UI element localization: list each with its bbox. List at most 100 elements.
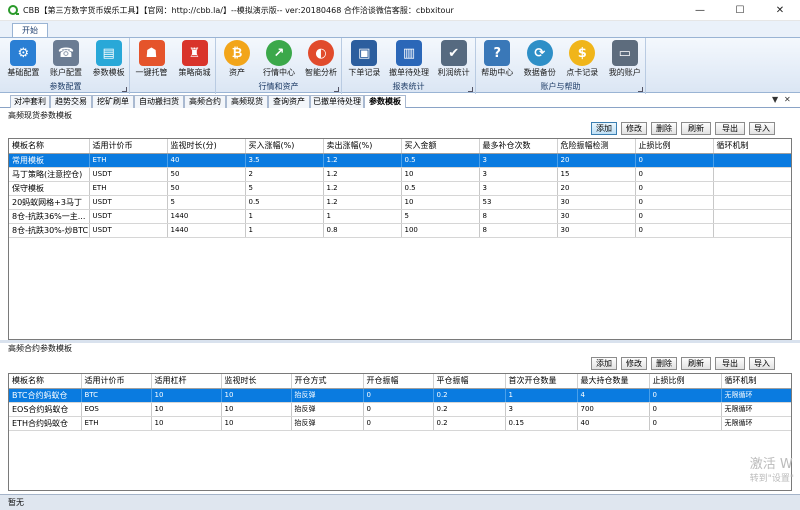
spot-table-cell[interactable]: 1: [245, 223, 324, 238]
spot-column-header[interactable]: 卖出涨幅(%): [323, 139, 402, 154]
spot-table-cell[interactable]: 0.5: [401, 181, 480, 196]
contract-table-cell[interactable]: 10: [151, 402, 222, 417]
contract-table-cell[interactable]: 0.15: [505, 416, 578, 431]
contract-table-cell[interactable]: 抬反弹: [291, 388, 364, 403]
spot-table-row[interactable]: 8仓-抗跌36%一主... USDT 1440 1 1 5 8 30 0: [9, 209, 791, 224]
spot-table-cell[interactable]: USDT: [89, 195, 168, 210]
spot-table-cell[interactable]: 8仓-抗跌36%一主...: [9, 209, 90, 224]
spot-table-cell[interactable]: 30: [557, 195, 636, 210]
spot-column-header[interactable]: 危险振幅检测: [557, 139, 636, 154]
spot-table-cell[interactable]: 20: [557, 181, 636, 196]
doc-tab-0[interactable]: 对冲套利: [10, 95, 50, 108]
doc-tab-2[interactable]: 挖矿刷单: [92, 95, 134, 108]
close-tab-icon[interactable]: ✕: [784, 95, 791, 104]
contract-table-cell[interactable]: ETH合约蚂蚁仓: [9, 416, 82, 431]
spot-table-cell[interactable]: 30: [557, 223, 636, 238]
spot-delete-button[interactable]: 删除: [651, 122, 677, 135]
contract-table-cell[interactable]: 0.2: [433, 388, 506, 403]
spot-table-cell[interactable]: 0: [635, 209, 714, 224]
spot-table-cell[interactable]: 30: [557, 209, 636, 224]
contract-table-cell[interactable]: 0: [649, 402, 722, 417]
contract-table-cell[interactable]: 0: [363, 388, 434, 403]
contract-table-cell[interactable]: 0.2: [433, 402, 506, 417]
spot-table-cell[interactable]: 0.5: [245, 195, 324, 210]
ribbon-button-4-3[interactable]: ▭ 我的账户: [605, 40, 645, 78]
contract-table-cell[interactable]: 1: [505, 388, 578, 403]
ribbon-button-3-2[interactable]: ✔ 利润统计: [434, 40, 474, 78]
spot-table-cell[interactable]: 8仓-抗跌30%-炒BTC: [9, 223, 90, 238]
spot-column-header[interactable]: 循环机制: [713, 139, 791, 154]
contract-table-row[interactable]: ETH合约蚂蚁仓 ETH 10 10 抬反弹 0 0.2 0.15 40 0 无限循环: [9, 416, 791, 431]
spot-table-cell[interactable]: 50: [167, 167, 246, 182]
contract-table-cell[interactable]: ETH: [81, 416, 152, 431]
spot-table-cell[interactable]: 10: [401, 167, 480, 182]
ribbon-button-2-1[interactable]: ↗ 行情中心: [259, 40, 299, 78]
contract-delete-button[interactable]: 删除: [651, 357, 677, 370]
ribbon-button-0-1[interactable]: ☎ 账户配置: [46, 40, 86, 78]
spot-column-header[interactable]: 买入涨幅(%): [245, 139, 324, 154]
contract-table-cell[interactable]: BTC: [81, 388, 152, 403]
spot-table-cell[interactable]: 20蚂蚁网格+3马丁: [9, 195, 90, 210]
contract-column-header[interactable]: 适用计价币: [81, 374, 152, 389]
spot-table-cell[interactable]: 1: [323, 209, 402, 224]
contract-table-cell[interactable]: EOS: [81, 402, 152, 417]
spot-table-cell[interactable]: 马丁策略(注意控仓): [9, 167, 90, 182]
spot-table-cell[interactable]: 40: [167, 153, 246, 168]
spot-table-cell[interactable]: 3: [479, 181, 558, 196]
spot-column-header[interactable]: 止损比例: [635, 139, 714, 154]
spot-table-cell[interactable]: 0: [635, 195, 714, 210]
spot-table-cell[interactable]: 1.2: [323, 195, 402, 210]
spot-table-cell[interactable]: 1: [245, 209, 324, 224]
doc-tab-8[interactable]: 参数模板: [364, 95, 406, 108]
contract-column-header[interactable]: 开仓振幅: [363, 374, 434, 389]
group-launcher-icon[interactable]: [468, 87, 473, 92]
group-launcher-icon[interactable]: [638, 87, 643, 92]
spot-table-cell[interactable]: 3.5: [245, 153, 324, 168]
spot-table-row[interactable]: 马丁策略(注意控仓) USDT 50 2 1.2 10 3 15 0: [9, 167, 791, 182]
spot-table-cell[interactable]: 1.2: [323, 181, 402, 196]
doc-tab-4[interactable]: 高频合约: [184, 95, 226, 108]
spot-table-cell[interactable]: [713, 195, 791, 210]
contract-import-button[interactable]: 导入: [749, 357, 775, 370]
spot-table-cell[interactable]: 常用模板: [9, 153, 90, 168]
ribbon-tab-home[interactable]: 开始: [12, 23, 48, 37]
spot-table-cell[interactable]: 1.2: [323, 167, 402, 182]
contract-column-header[interactable]: 平仓振幅: [433, 374, 506, 389]
contract-table-cell[interactable]: 10: [151, 416, 222, 431]
spot-table-cell[interactable]: 100: [401, 223, 480, 238]
close-button[interactable]: ✕: [760, 0, 800, 21]
spot-table-cell[interactable]: 5: [245, 181, 324, 196]
contract-refresh-button[interactable]: 刷新: [681, 357, 711, 370]
spot-table-cell[interactable]: 53: [479, 195, 558, 210]
contract-table-cell[interactable]: BTC合约蚂蚁仓: [9, 388, 82, 403]
contract-table-cell[interactable]: 0: [363, 416, 434, 431]
spot-table-cell[interactable]: USDT: [89, 209, 168, 224]
spot-table-cell[interactable]: 0.5: [401, 153, 480, 168]
spot-table-row[interactable]: 20蚂蚁网格+3马丁 USDT 5 0.5 1.2 10 53 30 0: [9, 195, 791, 210]
contract-table-cell[interactable]: 0: [649, 416, 722, 431]
spot-table-cell[interactable]: [713, 167, 791, 182]
group-launcher-icon[interactable]: [334, 87, 339, 92]
contract-export-button[interactable]: 导出: [715, 357, 745, 370]
spot-table-row[interactable]: 8仓-抗跌30%-炒BTC USDT 1440 1 0.8 100 8 30 0: [9, 223, 791, 238]
spot-table-cell[interactable]: 0: [635, 181, 714, 196]
contract-table-cell[interactable]: 10: [221, 402, 292, 417]
contract-table-cell[interactable]: 700: [577, 402, 650, 417]
spot-table-cell[interactable]: [713, 181, 791, 196]
doc-tab-3[interactable]: 自动搬扫货: [134, 95, 184, 108]
spot-table-cell[interactable]: [713, 153, 791, 168]
spot-table-cell[interactable]: 5: [167, 195, 246, 210]
contract-table-cell[interactable]: 0.2: [433, 416, 506, 431]
contract-table-cell[interactable]: 无限循环: [721, 402, 791, 417]
contract-table-cell[interactable]: 4: [577, 388, 650, 403]
ribbon-button-4-1[interactable]: ⟳ 数据备份: [520, 40, 560, 78]
minimize-button[interactable]: —: [680, 0, 720, 21]
spot-table-cell[interactable]: [713, 223, 791, 238]
spot-column-header[interactable]: 监视时长(分): [167, 139, 246, 154]
spot-table-cell[interactable]: 3: [479, 167, 558, 182]
spot-import-button[interactable]: 导入: [749, 122, 775, 135]
contract-table-cell[interactable]: EOS合约蚂蚁仓: [9, 402, 82, 417]
contract-table-cell[interactable]: 抬反弹: [291, 416, 364, 431]
contract-table-cell[interactable]: 抬反弹: [291, 402, 364, 417]
maximize-button[interactable]: ☐: [720, 0, 760, 21]
